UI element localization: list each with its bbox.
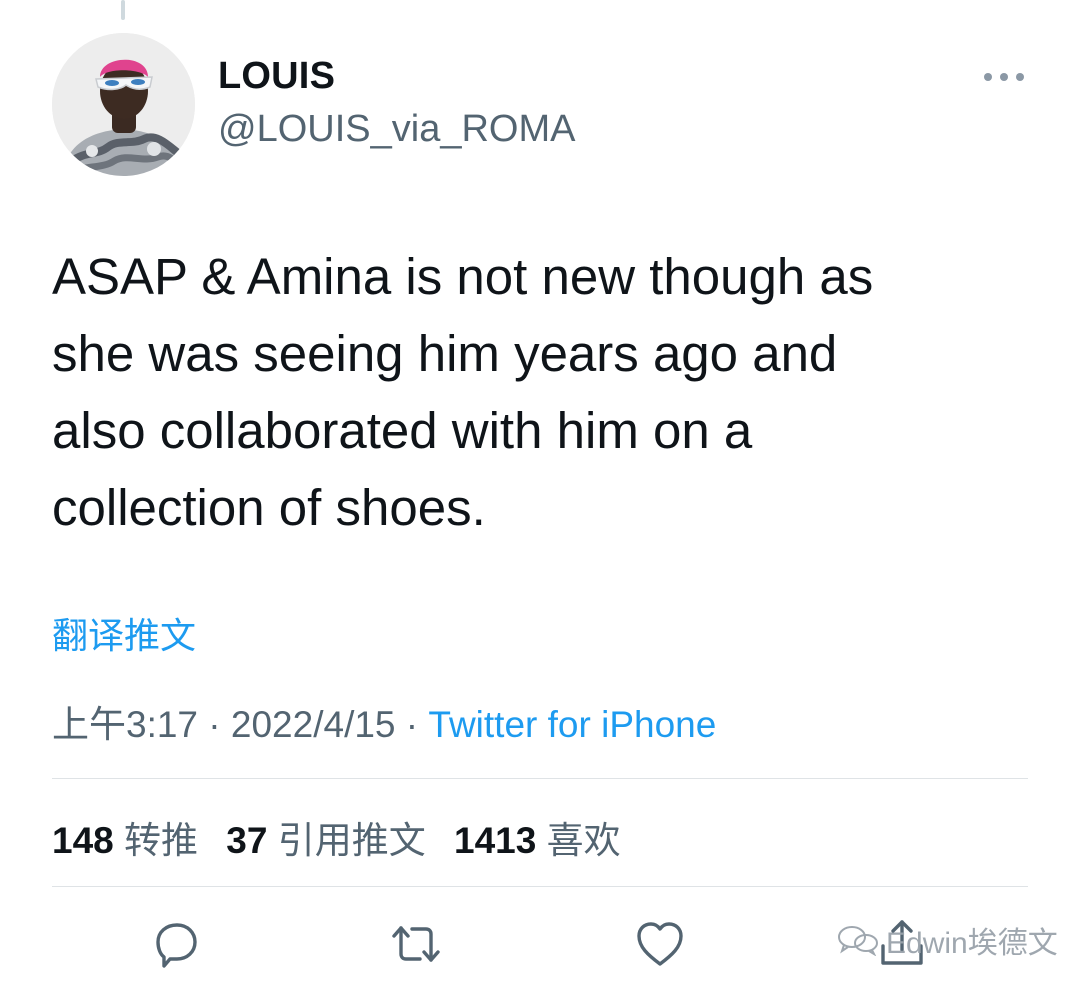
more-options-icon[interactable] xyxy=(984,64,1024,90)
quotes-count: 37 xyxy=(226,820,268,861)
tweet-metadata: 上午3:17 · 2022/4/15 · Twitter for iPhone xyxy=(52,694,716,748)
reply-icon xyxy=(156,923,197,968)
watermark: Edwin埃德文 xyxy=(836,918,1058,962)
divider xyxy=(52,778,1028,779)
tweet-text: ASAP & Amina is not new though as she wa… xyxy=(52,248,874,536)
likes-label: 喜欢 xyxy=(546,820,621,861)
likes-stat[interactable]: 1413 喜欢 xyxy=(454,820,639,861)
watermark-text: Edwin埃德文 xyxy=(886,927,1058,960)
meta-separator: · xyxy=(405,704,419,745)
retweets-stat[interactable]: 148 转推 xyxy=(52,820,226,861)
like-icon xyxy=(637,922,683,966)
more-dot xyxy=(984,73,992,81)
avatar[interactable] xyxy=(52,33,195,176)
tweet-time[interactable]: 上午3:17 xyxy=(52,704,198,745)
thread-connector-line xyxy=(121,0,125,20)
tweet-source-link[interactable]: Twitter for iPhone xyxy=(428,704,716,745)
more-dot xyxy=(1000,73,1008,81)
wechat-icon xyxy=(838,926,878,956)
author-handle[interactable]: @LOUIS_via_ROMA xyxy=(218,108,575,151)
quotes-label: 引用推文 xyxy=(277,820,426,861)
tweet-date[interactable]: 2022/4/15 xyxy=(231,704,396,745)
meta-separator: · xyxy=(208,704,221,745)
more-dot xyxy=(1016,73,1024,81)
avatar-image xyxy=(52,33,195,176)
retweet-icon xyxy=(392,926,440,962)
reply-button[interactable] xyxy=(148,916,204,972)
retweets-label: 转推 xyxy=(124,820,199,861)
retweets-count: 148 xyxy=(52,820,114,861)
tweet-stats: 148 转推 37 引用推文 1413 喜欢 xyxy=(52,810,639,864)
retweet-button[interactable] xyxy=(388,916,444,972)
tweet-detail-page: LOUIS @LOUIS_via_ROMA ASAP & Amina is no… xyxy=(0,0,1080,984)
quotes-stat[interactable]: 37 引用推文 xyxy=(226,820,454,861)
author-display-name[interactable]: LOUIS xyxy=(218,55,335,98)
divider xyxy=(52,886,1028,887)
like-button[interactable] xyxy=(632,916,688,972)
translate-tweet-link[interactable]: 翻译推文 xyxy=(52,607,196,659)
likes-count: 1413 xyxy=(454,820,537,861)
